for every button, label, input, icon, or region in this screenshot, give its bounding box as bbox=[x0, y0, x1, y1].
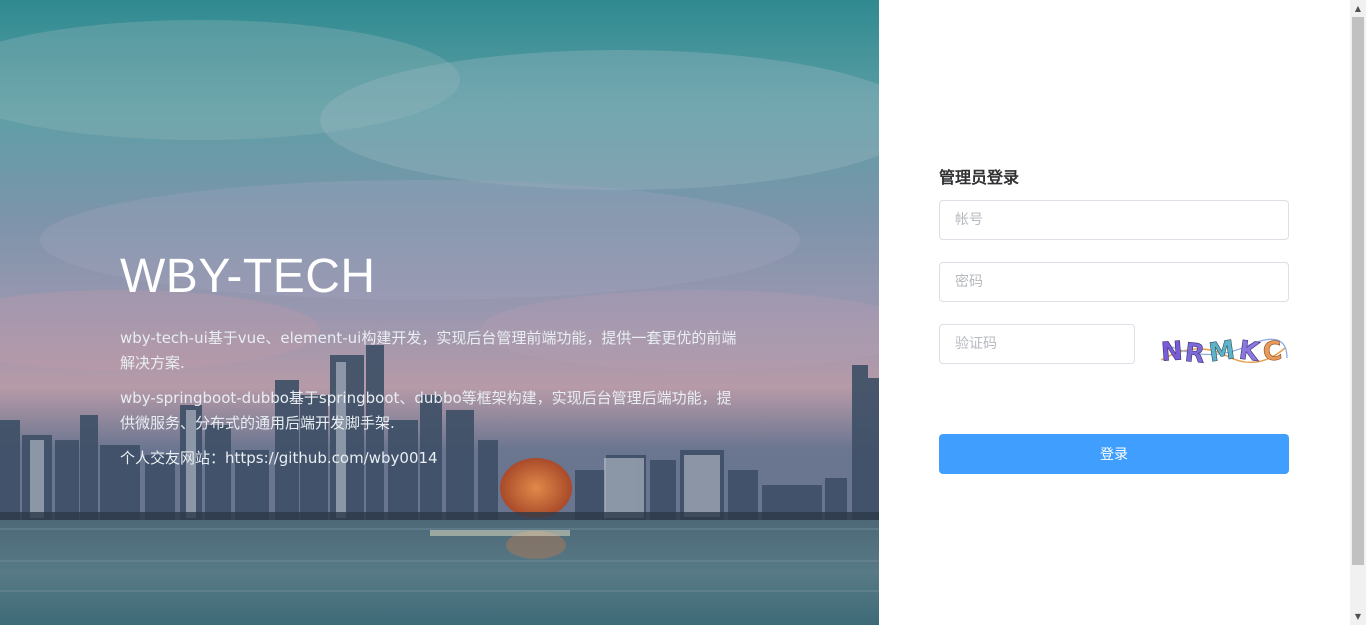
login-panel: 管理员登录 N R M K C 登录 bbox=[879, 0, 1350, 625]
hero-title: WBY-TECH bbox=[120, 250, 376, 303]
svg-text:M: M bbox=[1207, 335, 1237, 368]
login-button[interactable]: 登录 bbox=[939, 434, 1289, 474]
svg-text:K: K bbox=[1237, 335, 1262, 368]
hero-description: wby-tech-ui基于vue、element-ui构建开发，实现后台管理前端… bbox=[120, 326, 740, 471]
svg-text:N: N bbox=[1160, 336, 1184, 367]
svg-text:R: R bbox=[1183, 338, 1206, 370]
captcha-code-input[interactable] bbox=[939, 324, 1135, 364]
password-input[interactable] bbox=[939, 262, 1289, 302]
hero-line-frontend: wby-tech-ui基于vue、element-ui构建开发，实现后台管理前端… bbox=[120, 329, 737, 372]
scrollbar-thumb[interactable] bbox=[1352, 17, 1364, 565]
username-input[interactable] bbox=[939, 200, 1289, 240]
hero-line-backend: wby-springboot-dubbo基于springboot、dubbo等框… bbox=[120, 389, 732, 432]
triangle-down-icon[interactable]: ▼ bbox=[1350, 608, 1366, 625]
hero-content: WBY-TECH wby-tech-ui基于vue、element-ui构建开发… bbox=[120, 248, 740, 481]
page-scrollbar[interactable]: ▲ ▼ bbox=[1350, 0, 1366, 625]
captcha-image[interactable]: N R M K C bbox=[1157, 330, 1289, 372]
triangle-up-icon[interactable]: ▲ bbox=[1350, 0, 1366, 17]
hero-line-website: 个人交友网站：https://github.com/wby0014 bbox=[120, 449, 438, 467]
hero-section: WBY-TECH wby-tech-ui基于vue、element-ui构建开发… bbox=[0, 0, 879, 625]
login-title: 管理员登录 bbox=[939, 168, 1020, 187]
svg-text:C: C bbox=[1261, 336, 1283, 368]
